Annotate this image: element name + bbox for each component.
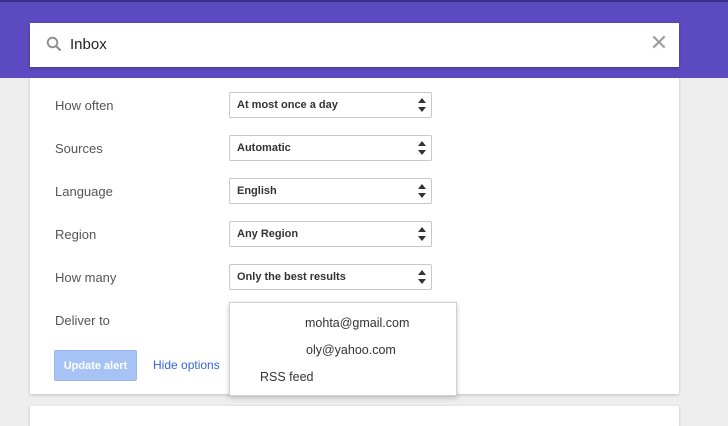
updown-arrows-icon <box>418 141 426 155</box>
deliver-option-yahoo[interactable]: oly@yahoo.com <box>306 343 396 357</box>
sources-select[interactable]: Automatic <box>229 135 432 161</box>
region-select[interactable]: Any Region <box>229 221 432 247</box>
updown-arrows-icon <box>418 270 426 284</box>
header-top-border <box>0 0 728 2</box>
next-card <box>30 406 679 426</box>
search-icon <box>46 36 62 52</box>
search-box[interactable]: Inbox ✕ <box>30 23 679 67</box>
how-often-select[interactable]: At most once a day <box>229 92 432 118</box>
close-icon[interactable]: ✕ <box>649 32 669 54</box>
how-often-label: How often <box>55 98 114 113</box>
deliver-option-rss[interactable]: RSS feed <box>260 370 314 384</box>
how-many-select[interactable]: Only the best results <box>229 264 432 290</box>
updown-arrows-icon <box>418 184 426 198</box>
hide-options-link[interactable]: Hide options <box>153 358 220 372</box>
sources-value: Automatic <box>237 142 291 154</box>
header-bar: Inbox ✕ <box>0 0 728 78</box>
language-value: English <box>237 185 277 197</box>
how-many-label: How many <box>55 270 117 285</box>
updown-arrows-icon <box>418 227 426 241</box>
language-label: Language <box>55 184 113 199</box>
sources-label: Sources <box>55 141 103 156</box>
updown-arrows-icon <box>418 98 426 112</box>
deliver-to-label: Deliver to <box>55 313 110 328</box>
search-input[interactable]: Inbox <box>70 36 107 53</box>
region-value: Any Region <box>237 228 299 240</box>
deliver-option-gmail[interactable]: mohta@gmail.com <box>305 316 409 330</box>
deliver-to-dropdown[interactable]: mohta@gmail.com oly@yahoo.com RSS feed <box>229 302 457 396</box>
how-many-value: Only the best results <box>237 271 346 283</box>
update-alert-button[interactable]: Update alert <box>54 350 137 381</box>
language-select[interactable]: English <box>229 178 432 204</box>
how-often-value: At most once a day <box>237 99 338 111</box>
region-label: Region <box>55 227 97 242</box>
